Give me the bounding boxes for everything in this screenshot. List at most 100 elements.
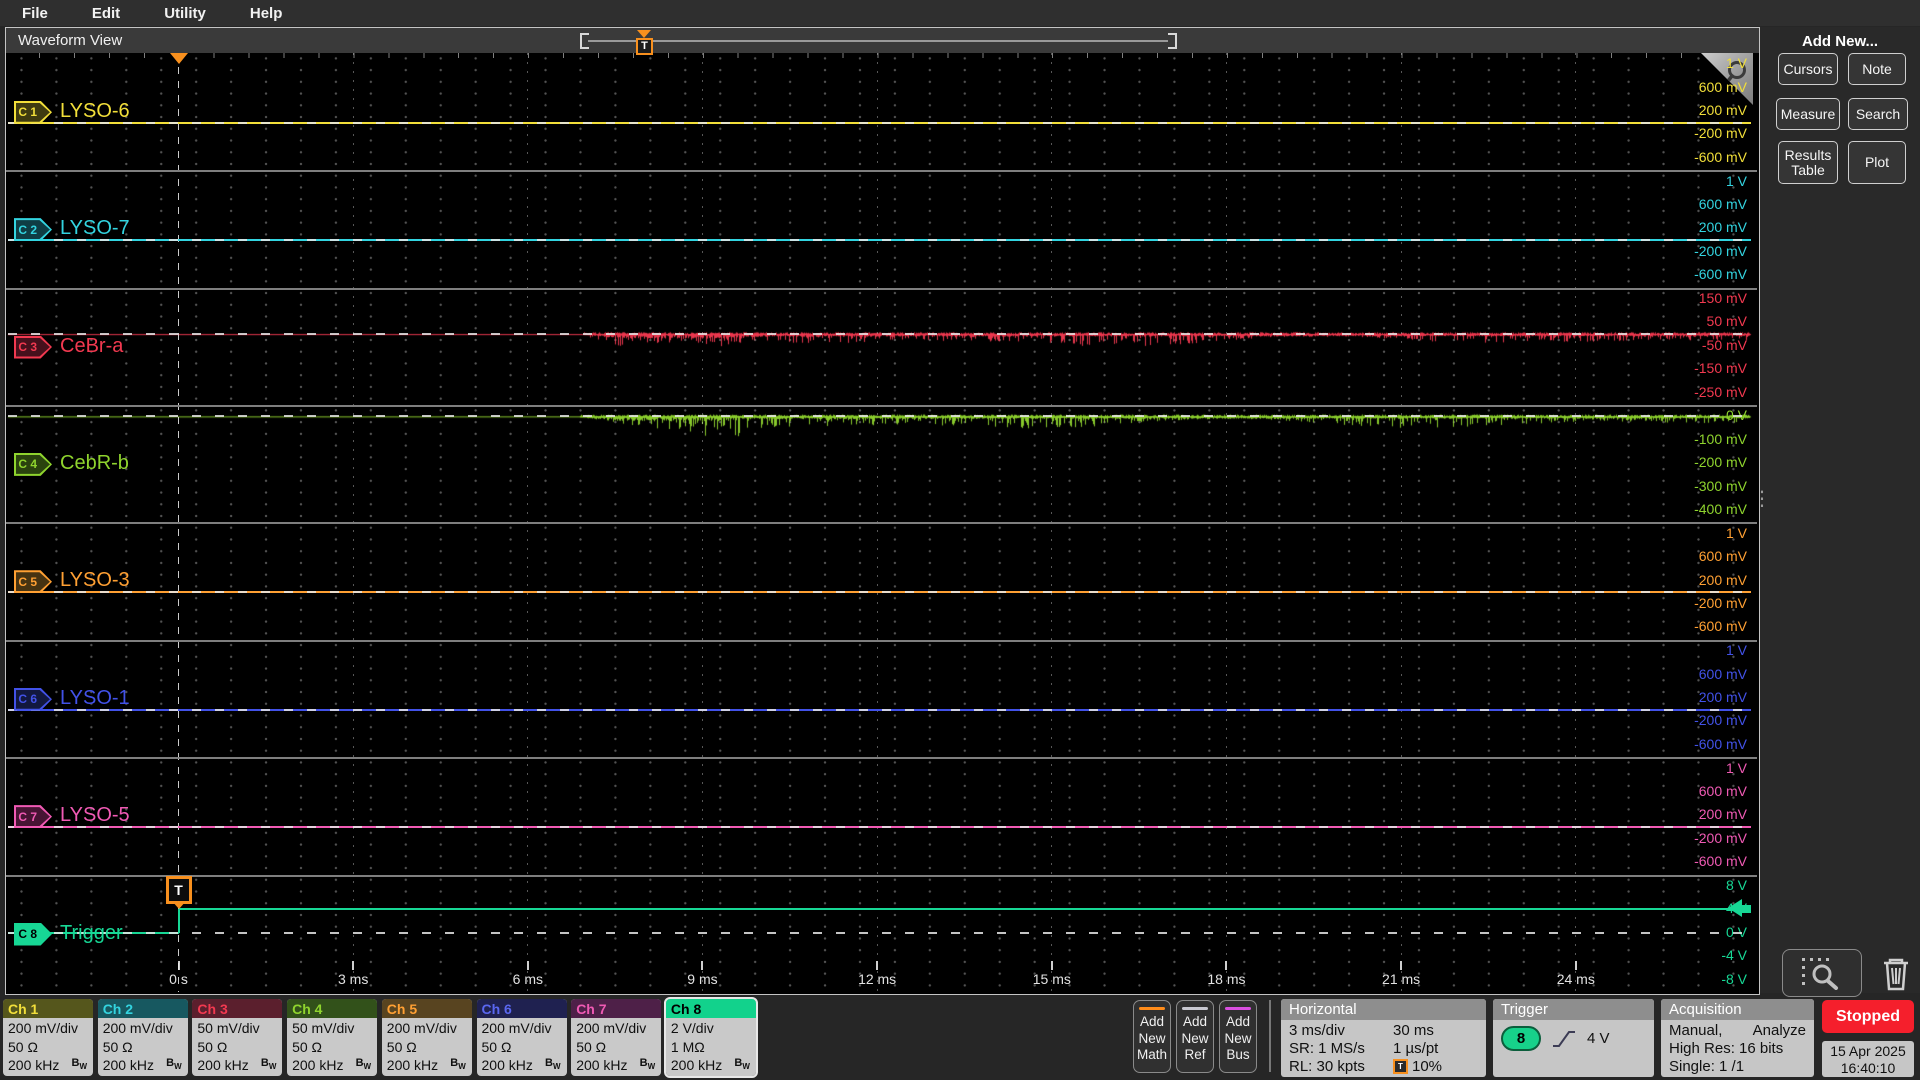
panel-splitter-handle[interactable]: ⋮ <box>1752 495 1772 503</box>
channel-settings-badge[interactable]: Ch 5200 mV/div50 Ω200 kHzBW <box>382 999 472 1076</box>
channel-separator <box>6 640 1757 642</box>
add-new-math-button[interactable]: AddNewMath <box>1133 1000 1171 1073</box>
channel-separator <box>6 288 1757 290</box>
menu-help[interactable]: Help <box>250 5 283 22</box>
channel-name: CebR-b <box>60 452 129 475</box>
channel-settings-header: Ch 1 <box>3 999 93 1018</box>
menu-edit[interactable]: Edit <box>92 5 120 22</box>
time-label: 21 ms <box>1361 971 1441 987</box>
bandwidth-value: 200 kHzBW <box>292 1056 373 1076</box>
channel-settings-body: 200 mV/div50 Ω200 kHzBW <box>571 1018 661 1076</box>
horizontal-panel-title: Horizontal <box>1281 999 1486 1020</box>
bandwidth-value: 200 kHzBW <box>576 1056 657 1076</box>
bandwidth-limit-icon: BW <box>640 1054 656 1074</box>
scale-label: -8 V <box>1721 971 1747 987</box>
bandwidth-value: 200 kHzBW <box>8 1056 89 1076</box>
scale-label: -200 mV <box>1694 454 1747 470</box>
trash-button[interactable] <box>1876 953 1916 993</box>
channel-settings-badge[interactable]: Ch 82 V/div1 MΩ200 kHzBW <box>666 999 756 1076</box>
channel-badge[interactable]: C 3 <box>14 336 52 359</box>
channel-settings-header: Ch 5 <box>382 999 472 1018</box>
channel-settings-body: 2 V/div1 MΩ200 kHzBW <box>666 1018 756 1076</box>
horizontal-panel[interactable]: Horizontal 3 ms/div 30 ms SR: 1 MS/s 1 µ… <box>1281 999 1486 1077</box>
datetime-display: 15 Apr 2025 16:40:10 <box>1822 1041 1914 1077</box>
scale-label: -600 mV <box>1694 736 1747 752</box>
channel-badge[interactable]: C 4 <box>14 453 52 476</box>
channel-settings-header: Ch 3 <box>192 999 282 1018</box>
channel-name: LYSO-1 <box>60 687 130 710</box>
record-bracket-left-icon <box>580 33 589 49</box>
trigger-level-marker-tip-icon <box>172 901 186 909</box>
horizontal-scale: 3 ms/div <box>1289 1022 1393 1040</box>
add-new-bus-button[interactable]: AddNewBus <box>1219 1000 1257 1073</box>
zero-reference-dashes <box>8 333 1751 335</box>
channel-badge[interactable]: C 8 <box>14 923 52 946</box>
channel-badge[interactable]: C 5 <box>14 570 52 593</box>
channel-badge[interactable]: C 7 <box>14 805 52 828</box>
channel-settings-badge[interactable]: Ch 6200 mV/div50 Ω200 kHzBW <box>477 999 567 1076</box>
channel-settings-header: Ch 7 <box>571 999 661 1018</box>
search-button[interactable]: Search <box>1848 98 1908 130</box>
run-stop-status-button[interactable]: Stopped <box>1822 1000 1914 1033</box>
menu-utility[interactable]: Utility <box>164 5 206 22</box>
trigger-position-top-icon[interactable] <box>170 53 188 64</box>
acquisition-mode: Manual, <box>1669 1022 1722 1040</box>
channel-settings-badge[interactable]: Ch 1200 mV/div50 Ω200 kHzBW <box>3 999 93 1076</box>
channel-name: Trigger <box>60 922 123 945</box>
acquisition-panel[interactable]: Acquisition Manual, Analyze High Res: 16… <box>1661 999 1814 1077</box>
trigger-trace-edge <box>178 909 180 932</box>
zero-reference-dashes <box>8 239 1751 241</box>
scale-label: -50 mV <box>1702 337 1747 353</box>
results-table-button[interactable]: Results Table <box>1778 141 1838 184</box>
acquisition-panel-title: Acquisition <box>1661 999 1814 1020</box>
channel-settings-badge[interactable]: Ch 7200 mV/div50 Ω200 kHzBW <box>571 999 661 1076</box>
waveform-plot[interactable]: 0 s3 ms6 ms9 ms12 ms15 ms18 ms21 ms24 ms… <box>6 53 1757 992</box>
channel-settings-badge[interactable]: Ch 2200 mV/div50 Ω200 kHzBW <box>98 999 188 1076</box>
bandwidth-frequency: 200 kHz <box>197 1056 248 1075</box>
channel-name: CeBr-a <box>60 335 123 358</box>
cursors-button[interactable]: Cursors <box>1778 53 1838 85</box>
menu-file[interactable]: File <box>22 5 48 22</box>
horizontal-position-bar[interactable] <box>588 40 1168 42</box>
channel-badge-label: C 4 <box>14 453 41 476</box>
oscilloscope-app: File Edit Utility Help Waveform View T 0… <box>0 0 1920 1080</box>
zero-reference-dashes <box>8 826 1751 828</box>
sample-interval: 1 µs/pt <box>1393 1040 1486 1058</box>
channel-badge-label: C 7 <box>14 805 41 828</box>
time-label: 24 ms <box>1536 971 1616 987</box>
channel-settings-body: 50 mV/div50 Ω200 kHzBW <box>287 1018 377 1076</box>
horizontal-window: 30 ms <box>1393 1022 1486 1040</box>
channel-badge-label: C 2 <box>14 218 41 241</box>
channel-badge[interactable]: C 1 <box>14 101 52 124</box>
record-length: RL: 30 kpts <box>1289 1058 1393 1076</box>
channel-separator <box>6 875 1757 877</box>
date-text: 15 Apr 2025 <box>1822 1043 1914 1060</box>
vertical-scale-value: 200 mV/div <box>482 1019 563 1038</box>
channel-badge[interactable]: C 6 <box>14 688 52 711</box>
zoom-mode-button[interactable] <box>1782 949 1862 997</box>
trigger-position-pointer-icon[interactable] <box>637 30 651 38</box>
channel-settings-header: Ch 8 <box>666 999 756 1018</box>
scale-label: 200 mV <box>1699 102 1747 118</box>
zero-reference-dashes <box>8 709 1751 711</box>
acquisition-analyze: Analyze <box>1753 1022 1806 1040</box>
trigger-level-arrow-tail <box>1742 905 1751 913</box>
mini-trigger-icon: T <box>1393 1059 1408 1074</box>
accent-line <box>1139 1007 1165 1010</box>
measure-button[interactable]: Measure <box>1776 98 1840 130</box>
plot-button[interactable]: Plot <box>1848 141 1906 184</box>
time-tick <box>352 961 354 970</box>
bandwidth-limit-icon: BW <box>166 1054 182 1074</box>
scale-label: 1 V <box>1726 760 1747 776</box>
vertical-scale-value: 50 mV/div <box>292 1019 373 1038</box>
bandwidth-frequency: 200 kHz <box>8 1056 59 1075</box>
channel-settings-badge[interactable]: Ch 350 mV/div50 Ω200 kHzBW <box>192 999 282 1076</box>
trigger-level-marker[interactable]: T <box>166 876 192 904</box>
trigger-panel[interactable]: Trigger 8 4 V <box>1493 999 1654 1077</box>
note-button[interactable]: Note <box>1848 53 1906 85</box>
scale-label: -200 mV <box>1694 830 1747 846</box>
channel-settings-badge[interactable]: Ch 450 mV/div50 Ω200 kHzBW <box>287 999 377 1076</box>
add-new-ref-button[interactable]: AddNewRef <box>1176 1000 1214 1073</box>
trigger-position-marker[interactable]: T <box>636 38 653 55</box>
channel-badge[interactable]: C 2 <box>14 218 52 241</box>
